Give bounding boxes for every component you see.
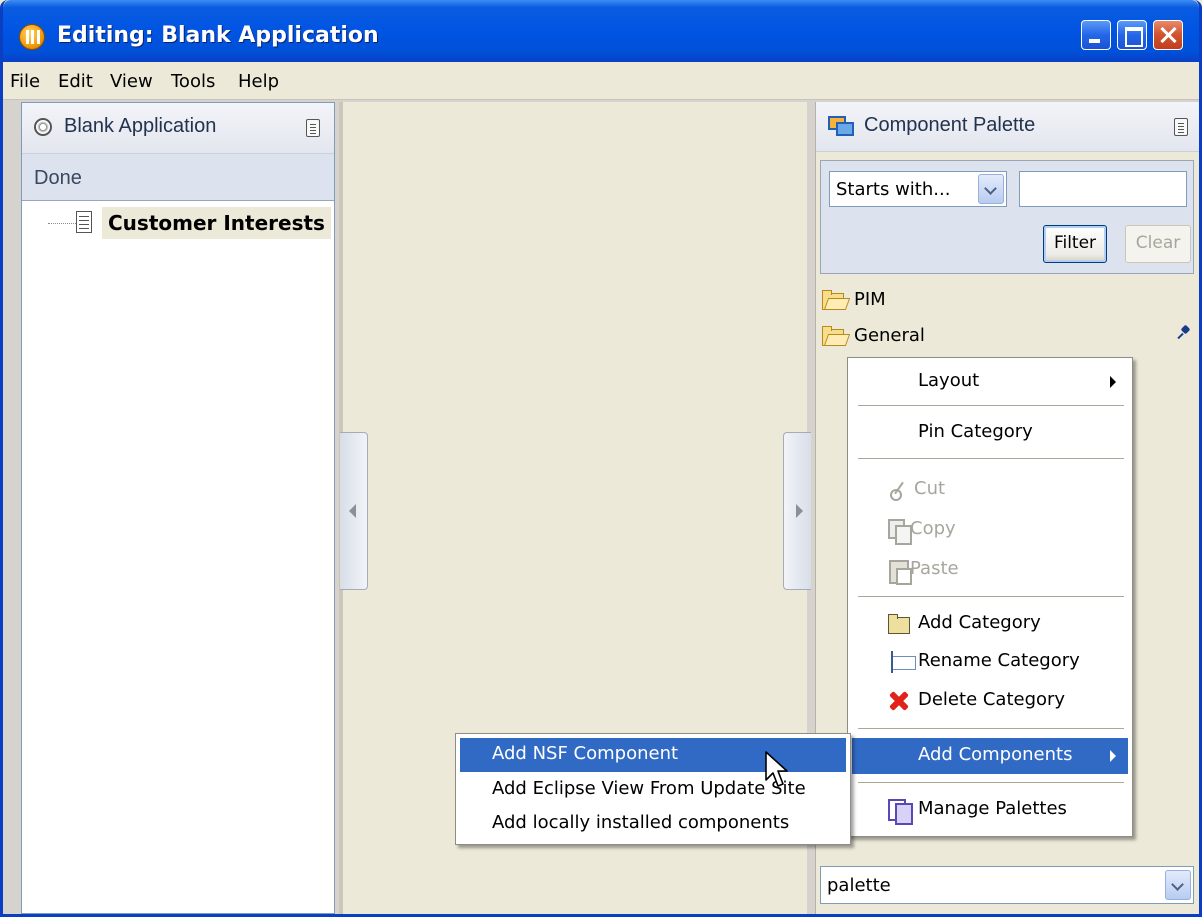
paste-icon xyxy=(888,559,912,585)
menu-view[interactable]: View xyxy=(110,71,153,92)
menu-separator xyxy=(858,458,1124,460)
menu-separator xyxy=(858,728,1124,730)
menu-item-manage-palettes[interactable]: Manage Palettes xyxy=(852,792,1128,828)
view-menu-icon[interactable] xyxy=(306,119,320,137)
globe-icon xyxy=(34,118,52,136)
context-menu: Layout Pin Category Cut Copy Paste Add C… xyxy=(847,357,1133,837)
palette-select[interactable]: palette xyxy=(820,866,1194,904)
menu-item-label: Add Category xyxy=(918,612,1041,633)
menu-item-label: Paste xyxy=(910,558,959,579)
panel-header: Component Palette xyxy=(816,102,1199,152)
menu-separator xyxy=(858,596,1124,598)
scissors-icon xyxy=(888,479,910,501)
document-icon xyxy=(76,211,92,233)
open-folder-icon xyxy=(822,290,851,310)
category-label: General xyxy=(854,325,925,346)
menu-item-label: Layout xyxy=(918,370,980,391)
copy-icon xyxy=(888,519,912,545)
menu-item-label: Add NSF Component xyxy=(492,743,679,764)
menu-separator xyxy=(858,782,1124,784)
menu-item-layout[interactable]: Layout xyxy=(852,364,1128,400)
menu-item-label: Manage Palettes xyxy=(918,798,1067,819)
component-palette-icon xyxy=(828,116,854,138)
collapse-right-handle[interactable] xyxy=(783,432,811,590)
menu-edit[interactable]: Edit xyxy=(58,71,93,92)
menu-item-add-local-components[interactable]: Add locally installed components xyxy=(460,807,846,841)
menu-item-pin-category[interactable]: Pin Category xyxy=(852,415,1128,451)
menu-item-label: Delete Category xyxy=(918,689,1066,710)
window-title: Editing: Blank Application xyxy=(57,23,379,48)
tree-item-customer-interests[interactable]: Customer Interests xyxy=(102,207,331,239)
clear-button[interactable]: Clear xyxy=(1125,225,1191,263)
menu-bar: File Edit View Tools Help xyxy=(3,62,1199,100)
chevron-down-icon[interactable] xyxy=(1165,870,1191,900)
menu-item-label: Pin Category xyxy=(918,421,1033,442)
menu-help[interactable]: Help xyxy=(238,71,279,92)
status-text: Done xyxy=(34,167,82,189)
menu-item-label: Add Components xyxy=(918,744,1073,765)
menu-file[interactable]: File xyxy=(10,71,40,92)
panel-header: Blank Application xyxy=(22,103,334,153)
mouse-cursor-icon xyxy=(765,751,788,787)
filter-input[interactable] xyxy=(1019,171,1187,207)
rename-icon xyxy=(888,651,916,673)
delete-icon xyxy=(888,690,910,712)
palette-select-value: palette xyxy=(827,875,891,896)
menu-item-label: Rename Category xyxy=(918,650,1080,671)
menu-item-copy[interactable]: Copy xyxy=(852,512,1128,548)
application-navigator-panel: Blank Application Done Customer Interest… xyxy=(21,102,335,914)
panel-title: Component Palette xyxy=(864,114,1036,136)
open-folder-icon xyxy=(822,326,851,346)
add-components-submenu: Add NSF Component Add Eclipse View From … xyxy=(455,733,851,845)
filter-mode-select[interactable]: Starts with... xyxy=(829,171,1007,207)
submenu-arrow-icon xyxy=(1110,750,1116,762)
menu-separator xyxy=(858,405,1124,407)
panel-title: Blank Application xyxy=(64,115,217,137)
filter-box: Starts with... Filter Clear xyxy=(820,160,1194,274)
filter-mode-value: Starts with... xyxy=(836,179,951,200)
category-label: PIM xyxy=(854,289,886,310)
filter-button[interactable]: Filter xyxy=(1043,225,1107,263)
menu-item-label: Cut xyxy=(914,478,946,499)
maximize-button[interactable] xyxy=(1117,20,1147,50)
manage-palettes-icon xyxy=(888,799,913,825)
app-icon xyxy=(19,24,45,50)
title-bar[interactable]: Editing: Blank Application xyxy=(3,0,1199,62)
close-button[interactable] xyxy=(1153,20,1183,50)
menu-item-paste[interactable]: Paste xyxy=(852,552,1128,588)
chevron-down-icon[interactable] xyxy=(978,174,1004,204)
menu-item-label: Add locally installed components xyxy=(492,812,790,833)
menu-item-label: Copy xyxy=(910,518,956,539)
menu-item-add-category[interactable]: Add Category xyxy=(852,606,1128,642)
menu-item-cut[interactable]: Cut xyxy=(852,472,1128,508)
menu-item-add-components[interactable]: Add Components xyxy=(852,738,1128,774)
menu-item-rename-category[interactable]: Rename Category xyxy=(852,644,1128,680)
folder-icon xyxy=(888,613,910,635)
status-bar: Done xyxy=(22,153,334,201)
collapse-left-handle[interactable] xyxy=(340,432,368,590)
minimize-button[interactable] xyxy=(1081,20,1111,50)
menu-item-delete-category[interactable]: Delete Category xyxy=(852,683,1128,719)
view-menu-icon[interactable] xyxy=(1174,118,1188,136)
pin-icon[interactable] xyxy=(1176,326,1190,340)
menu-item-label: Add Eclipse View From Update Site xyxy=(492,778,806,799)
menu-tools[interactable]: Tools xyxy=(171,71,215,92)
submenu-arrow-icon xyxy=(1110,376,1116,388)
